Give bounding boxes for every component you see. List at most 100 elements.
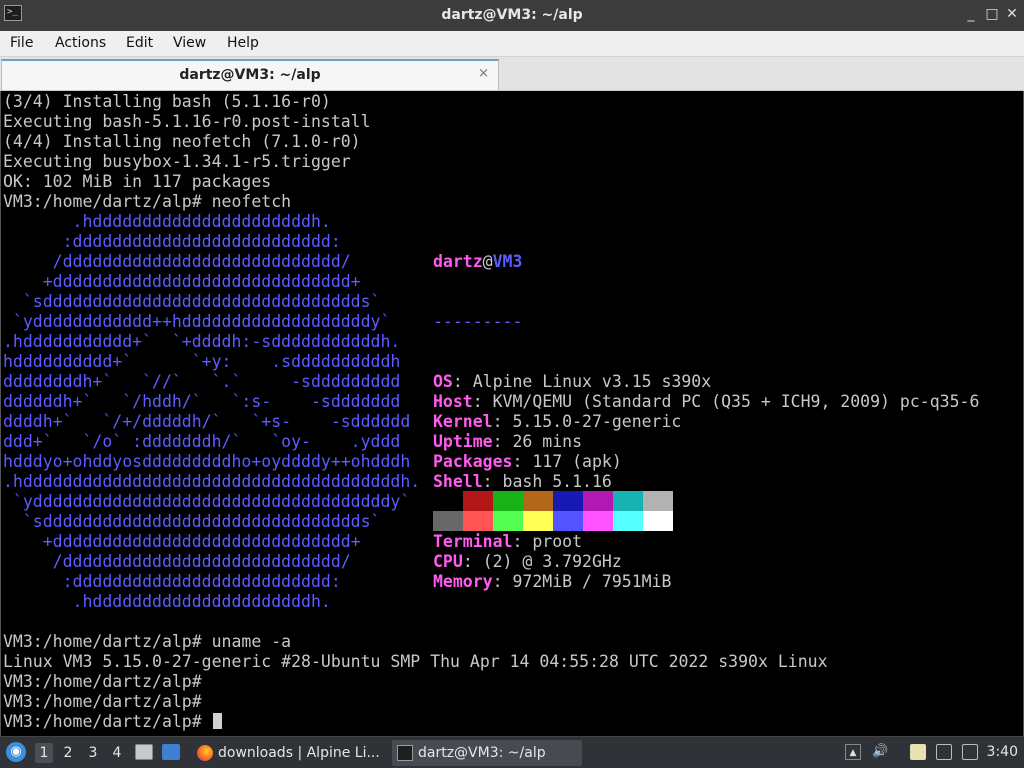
palette-swatch: [493, 511, 523, 531]
terminal-line: VM3:/home/dartz/alp# uname -a: [3, 632, 292, 651]
palette-swatch: [643, 491, 673, 511]
logo-line: ddddddh+` `/hddh/` `:s- -sddddddd: [3, 392, 401, 411]
palette-swatch: [613, 511, 643, 531]
info-key: Uptime: [433, 432, 493, 451]
palette-swatch: [523, 491, 553, 511]
logo-line: ddddddddh+` `//` `.` -sddddddddd: [3, 372, 401, 391]
info-key: Packages: [433, 452, 513, 471]
info-key: Shell: [433, 472, 483, 491]
info-value: proot: [532, 532, 583, 551]
info-value: (2) @ 3.792GHz: [482, 552, 622, 571]
info-at: @: [482, 252, 493, 271]
terminal-line: Linux VM3 5.15.0-27-generic #28-Ubuntu S…: [3, 652, 828, 671]
terminal-bottom-lines: VM3:/home/dartz/alp# uname -a Linux VM3 5…: [3, 632, 828, 732]
desktop-1[interactable]: 1: [35, 743, 53, 763]
start-menu-icon[interactable]: ◉: [6, 742, 26, 762]
window-titlebar: >_ dartz@VM3: ~/alp _ □ ✕: [0, 0, 1024, 31]
menu-edit[interactable]: Edit: [126, 35, 153, 51]
menu-file[interactable]: File: [10, 35, 33, 51]
info-key: CPU: [433, 552, 463, 571]
menu-bar: File Actions Edit View Help: [0, 31, 1024, 57]
palette-swatch: [643, 511, 673, 531]
palette-swatch: [433, 491, 463, 511]
info-key: Memory: [433, 572, 493, 591]
tab-label: dartz@VM3: ~/alp: [179, 67, 321, 83]
info-row: OS: Alpine Linux v3.15 s390x: [433, 372, 712, 391]
palette-swatch: [433, 511, 463, 531]
terminal-line: VM3:/home/dartz/alp# neofetch: [3, 192, 292, 211]
terminal-line: (4/4) Installing neofetch (7.1.0-r0): [3, 132, 361, 151]
task-terminal[interactable]: dartz@VM3: ~/alp: [392, 740, 582, 766]
logo-line: `sdddddddddddddddddddddddddddddddds`: [3, 292, 381, 311]
scroll-arrows-icon[interactable]: ▲: [845, 744, 861, 760]
menu-actions[interactable]: Actions: [55, 35, 106, 51]
color-palette: [433, 491, 673, 531]
info-key: Host: [433, 392, 473, 411]
notification-icon[interactable]: [962, 744, 978, 760]
palette-swatch: [523, 511, 553, 531]
info-key: OS: [433, 372, 453, 391]
terminal-line: (3/4) Installing bash (5.1.16-r0): [3, 92, 331, 111]
terminal-line: OK: 102 MiB in 117 packages: [3, 172, 272, 191]
tab-bar: dartz@VM3: ~/alp ×: [0, 57, 1024, 91]
minimize-icon[interactable]: _: [962, 5, 980, 23]
desktop-4[interactable]: 4: [108, 743, 126, 763]
logo-line: .hdddddddddddddddddddddddddddddddddddddd…: [3, 472, 421, 491]
info-value: 117 (apk): [532, 452, 622, 471]
clock[interactable]: 3:40: [987, 744, 1018, 760]
logo-line: :dddddddddddddddddddddddddd:: [3, 572, 341, 591]
text-cursor: [212, 713, 222, 729]
task-terminal-label: dartz@VM3: ~/alp: [418, 745, 546, 761]
palette-swatch: [493, 491, 523, 511]
taskbar: ◉ 1 2 3 4 downloads | Alpine Li... dartz…: [0, 736, 1024, 768]
tab-terminal[interactable]: dartz@VM3: ~/alp ×: [1, 59, 499, 90]
logo-line: /dddddddddddddddddddddddddddd/: [3, 552, 351, 571]
clipboard-icon[interactable]: [910, 744, 926, 760]
info-row: CPU: (2) @ 3.792GHz: [433, 552, 622, 571]
terminal-line: VM3:/home/dartz/alp#: [3, 672, 202, 691]
info-value: bash 5.1.16: [502, 472, 612, 491]
neofetch-logo: .hddddddddddddddddddddddh. :dddddddddddd…: [3, 212, 420, 612]
logo-line: hdddyo+ohddyosdddddddddho+oyddddy++ohddd…: [3, 452, 411, 471]
logo-line: +dddddddddddddddddddddddddddddd+: [3, 272, 361, 291]
info-row: Kernel: 5.15.0-27-generic: [433, 412, 682, 431]
volume-icon[interactable]: 🔊: [872, 744, 888, 760]
file-manager-icon[interactable]: [135, 744, 153, 760]
window-title: dartz@VM3: ~/alp: [441, 7, 583, 23]
close-icon[interactable]: ✕: [1003, 5, 1021, 23]
show-desktop-icon[interactable]: [162, 744, 180, 760]
neofetch-info: dartz@VM3 --------- OS: Alpine Linux v3.…: [433, 212, 979, 632]
info-row: Terminal: proot: [433, 532, 583, 551]
network-icon[interactable]: [936, 744, 952, 760]
user-host-line: dartz@VM3: [433, 252, 979, 272]
terminal-line: Executing bash-5.1.16-r0.post-install: [3, 112, 371, 131]
terminal-top-lines: (3/4) Installing bash (5.1.16-r0) Executi…: [3, 92, 371, 212]
info-value: 5.15.0-27-generic: [512, 412, 682, 431]
info-row: Uptime: 26 mins: [433, 432, 583, 451]
desktop-2[interactable]: 2: [59, 743, 77, 763]
logo-line: .hddddddddddddddddddddddh.: [3, 212, 331, 231]
palette-swatch: [613, 491, 643, 511]
menu-help[interactable]: Help: [227, 35, 259, 51]
info-user: dartz: [433, 252, 483, 271]
task-firefox[interactable]: downloads | Alpine Li...: [192, 740, 388, 766]
logo-line: `sdddddddddddddddddddddddddddddddds`: [3, 512, 381, 531]
logo-line: ddd+` `/o` :dddddddh/` `oy- .yddd: [3, 432, 401, 451]
info-row: Packages: 117 (apk): [433, 452, 622, 471]
info-value: 972MiB / 7951MiB: [512, 572, 672, 591]
menu-view[interactable]: View: [173, 35, 206, 51]
desktop-3[interactable]: 3: [84, 743, 102, 763]
tab-close-icon[interactable]: ×: [478, 66, 489, 81]
terminal-output[interactable]: (3/4) Installing bash (5.1.16-r0) Executi…: [0, 91, 1024, 736]
info-row: Memory: 972MiB / 7951MiB: [433, 572, 672, 591]
info-value: Alpine Linux v3.15 s390x: [472, 372, 712, 391]
maximize-icon[interactable]: □: [983, 5, 1001, 23]
info-separator: ---------: [433, 312, 523, 331]
logo-line: ddddh+` `/+/dddddh/` `+s- -sdddddd: [3, 412, 411, 431]
terminal-line: VM3:/home/dartz/alp#: [3, 712, 828, 732]
firefox-icon: [197, 745, 213, 761]
palette-swatch: [553, 491, 583, 511]
logo-line: .hddddddddddddddddddddddh.: [3, 592, 331, 611]
palette-swatch: [583, 511, 613, 531]
logo-line: `ydddddddddddd++hdddddddddddddddddddy`: [3, 312, 391, 331]
